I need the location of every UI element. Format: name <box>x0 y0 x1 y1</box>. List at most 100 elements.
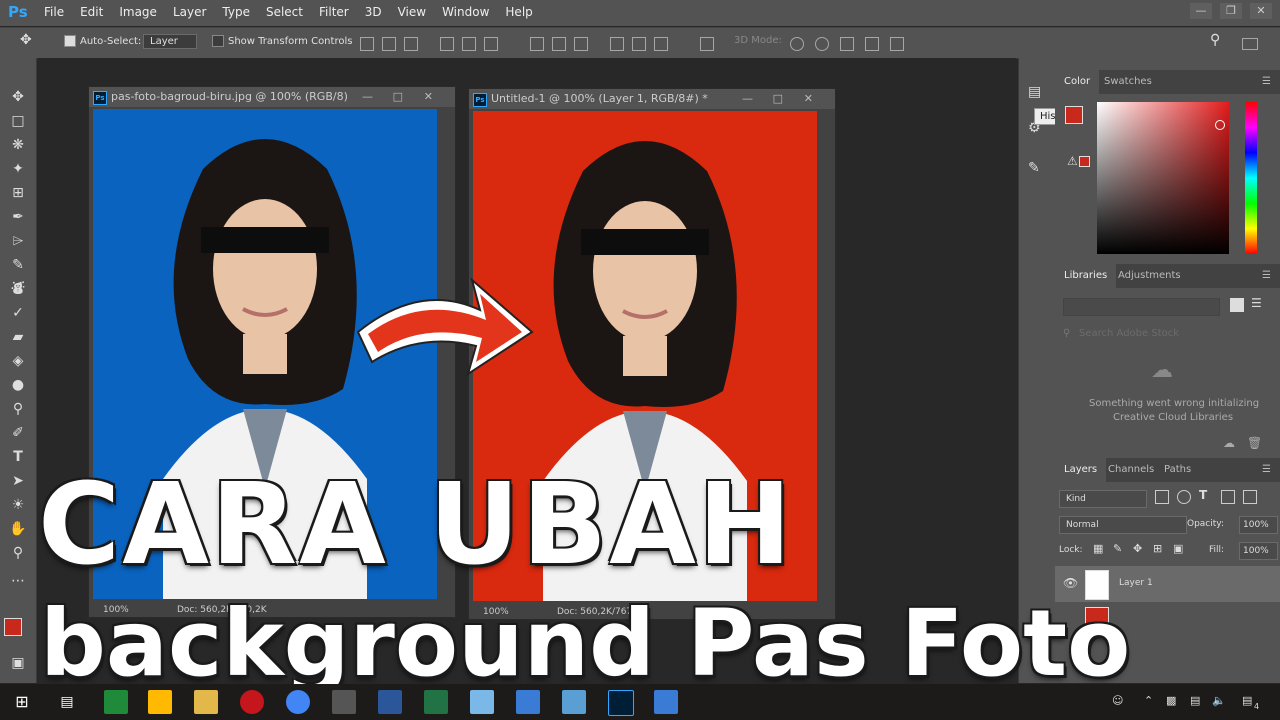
distribute-top-icon[interactable] <box>530 37 544 51</box>
quick-mask-icon[interactable]: ▣ <box>9 654 27 672</box>
windows-start-icon[interactable]: ⊞ <box>10 690 34 714</box>
panel-menu-icon[interactable]: ☰ <box>1253 458 1280 482</box>
trash-icon[interactable]: 🗑 <box>1247 436 1262 450</box>
document-1-titlebar[interactable]: Ps pas-foto-bagroud-biru.jpg @ 100% (RGB… <box>89 87 455 107</box>
word-icon[interactable] <box>378 690 402 714</box>
menu-file[interactable]: File <box>36 5 72 19</box>
tab-swatches[interactable]: Swatches <box>1095 70 1161 94</box>
cc-sync-icon[interactable]: ☁ <box>1223 436 1235 450</box>
lock-position-icon[interactable]: ✥ <box>1133 542 1142 555</box>
tab-color[interactable]: Color <box>1055 70 1100 94</box>
tab-libraries[interactable]: Libraries <box>1055 264 1117 288</box>
filter-type-icon[interactable]: T <box>1199 488 1207 502</box>
align-right-icon[interactable] <box>484 37 498 51</box>
search-icon[interactable]: ⚲ <box>1210 32 1220 48</box>
fg-color-swatch[interactable] <box>1065 106 1083 124</box>
hand-tool-icon[interactable]: ✋ <box>9 520 27 538</box>
menu-view[interactable]: View <box>390 5 434 19</box>
eraser-tool-icon[interactable]: ▰ <box>9 328 27 346</box>
battery-icon[interactable]: ▩ <box>1166 694 1176 707</box>
library-select[interactable] <box>1063 298 1220 316</box>
align-bottom-icon[interactable] <box>404 37 418 51</box>
distribute-hcenter-icon[interactable] <box>632 37 646 51</box>
file-explorer-icon[interactable] <box>194 690 218 714</box>
minimize-icon[interactable]: — <box>742 89 753 109</box>
distribute-left-icon[interactable] <box>610 37 624 51</box>
color-picker-marker[interactable] <box>1215 120 1225 130</box>
history-brush-tool-icon[interactable]: ✓ <box>9 304 27 322</box>
menu-3d[interactable]: 3D <box>357 5 390 19</box>
lock-artboard-icon[interactable]: ⊞ <box>1153 542 1162 555</box>
move-tool-icon[interactable]: ✥ <box>20 32 32 48</box>
volume-icon[interactable]: 🔈 <box>1212 694 1226 707</box>
eye-visibility-icon[interactable]: 👁 <box>1063 576 1078 590</box>
lock-all-icon[interactable]: ▣ <box>1173 542 1183 555</box>
maximize-icon[interactable]: □ <box>773 89 783 109</box>
opacity-input[interactable]: 100% <box>1239 516 1278 534</box>
opera-icon[interactable] <box>240 690 264 714</box>
chart-app-icon[interactable] <box>654 690 678 714</box>
align-left-icon[interactable] <box>440 37 454 51</box>
lasso-tool-icon[interactable]: ❋ <box>9 136 27 154</box>
lock-pixels-icon[interactable]: ✎ <box>1113 542 1122 555</box>
document-2-titlebar[interactable]: Ps Untitled-1 @ 100% (Layer 1, RGB/8#) *… <box>469 89 835 109</box>
blend-mode-select[interactable]: Normal <box>1059 516 1187 534</box>
pen-tool-icon[interactable]: ✐ <box>9 424 27 442</box>
foreground-color-swatch[interactable] <box>4 618 22 636</box>
blur-tool-icon[interactable]: ● <box>9 376 27 394</box>
layer-filter-kind[interactable]: Kind <box>1059 490 1147 508</box>
auto-align-icon[interactable] <box>700 37 714 51</box>
lock-transparent-icon[interactable]: ▦ <box>1093 542 1103 555</box>
3d-rotate-icon[interactable] <box>790 37 804 51</box>
close-icon[interactable]: ✕ <box>1250 3 1272 19</box>
auto-select-dropdown[interactable]: Layer <box>143 34 197 49</box>
stamp-tool-icon[interactable]: ⛇ <box>9 280 27 298</box>
tray-expand-icon[interactable]: ⌃ <box>1144 694 1153 707</box>
minimize-icon[interactable]: — <box>1190 3 1212 19</box>
menu-filter[interactable]: Filter <box>311 5 357 19</box>
restore-icon[interactable]: ❐ <box>1220 3 1242 19</box>
excel-icon[interactable] <box>424 690 448 714</box>
filter-adjustment-icon[interactable] <box>1177 490 1191 504</box>
marquee-tool-icon[interactable]: □ <box>9 112 27 130</box>
align-hcenter-icon[interactable] <box>462 37 476 51</box>
maximize-icon[interactable]: □ <box>393 87 403 107</box>
paint-bucket-tool-icon[interactable]: ◈ <box>9 352 27 370</box>
crop-tool-icon[interactable]: ⊞ <box>9 184 27 202</box>
camtasia-icon[interactable] <box>104 690 128 714</box>
app-icon[interactable] <box>332 690 356 714</box>
distribute-bottom-icon[interactable] <box>574 37 588 51</box>
menu-window[interactable]: Window <box>434 5 497 19</box>
glyphs-icon[interactable]: ✎ <box>1028 160 1040 176</box>
history-icon[interactable]: ▤ <box>1028 84 1041 100</box>
auto-select-checkbox[interactable]: Auto-Select: <box>64 35 141 47</box>
people-icon[interactable]: ☺ <box>1112 694 1123 707</box>
grid-view-icon[interactable] <box>1230 298 1244 312</box>
zoom-tool-icon[interactable]: ⚲ <box>9 544 27 562</box>
stock-search-input[interactable]: Search Adobe Stock <box>1079 328 1179 339</box>
tab-adjustments[interactable]: Adjustments <box>1109 264 1190 288</box>
healing-tool-icon[interactable]: ⌲ <box>9 232 27 250</box>
panel-menu-icon[interactable]: ☰ <box>1253 264 1280 288</box>
hue-slider[interactable] <box>1245 102 1257 254</box>
chart-app-icon[interactable] <box>516 690 540 714</box>
filter-pixel-icon[interactable] <box>1155 490 1169 504</box>
quick-select-tool-icon[interactable]: ✦ <box>9 160 27 178</box>
filter-smart-icon[interactable] <box>1243 490 1257 504</box>
menu-layer[interactable]: Layer <box>165 5 214 19</box>
show-transform-checkbox[interactable]: Show Transform Controls <box>212 35 352 47</box>
more-tools-icon[interactable]: ⋯ <box>9 572 27 590</box>
gamut-swatch[interactable] <box>1079 156 1090 167</box>
3d-roll-icon[interactable] <box>815 37 829 51</box>
3d-scale-icon[interactable] <box>890 37 904 51</box>
store-icon[interactable] <box>148 690 172 714</box>
minimize-icon[interactable]: — <box>362 87 373 107</box>
menu-image[interactable]: Image <box>111 5 165 19</box>
network-icon[interactable]: ▤ <box>1190 694 1200 707</box>
chrome-icon[interactable] <box>286 690 310 714</box>
close-icon[interactable]: ✕ <box>424 87 433 107</box>
distribute-right-icon[interactable] <box>654 37 668 51</box>
layer-name[interactable]: Layer 1 <box>1119 578 1153 588</box>
tab-channels[interactable]: Channels <box>1099 458 1163 482</box>
type-tool-icon[interactable]: T <box>9 448 27 466</box>
